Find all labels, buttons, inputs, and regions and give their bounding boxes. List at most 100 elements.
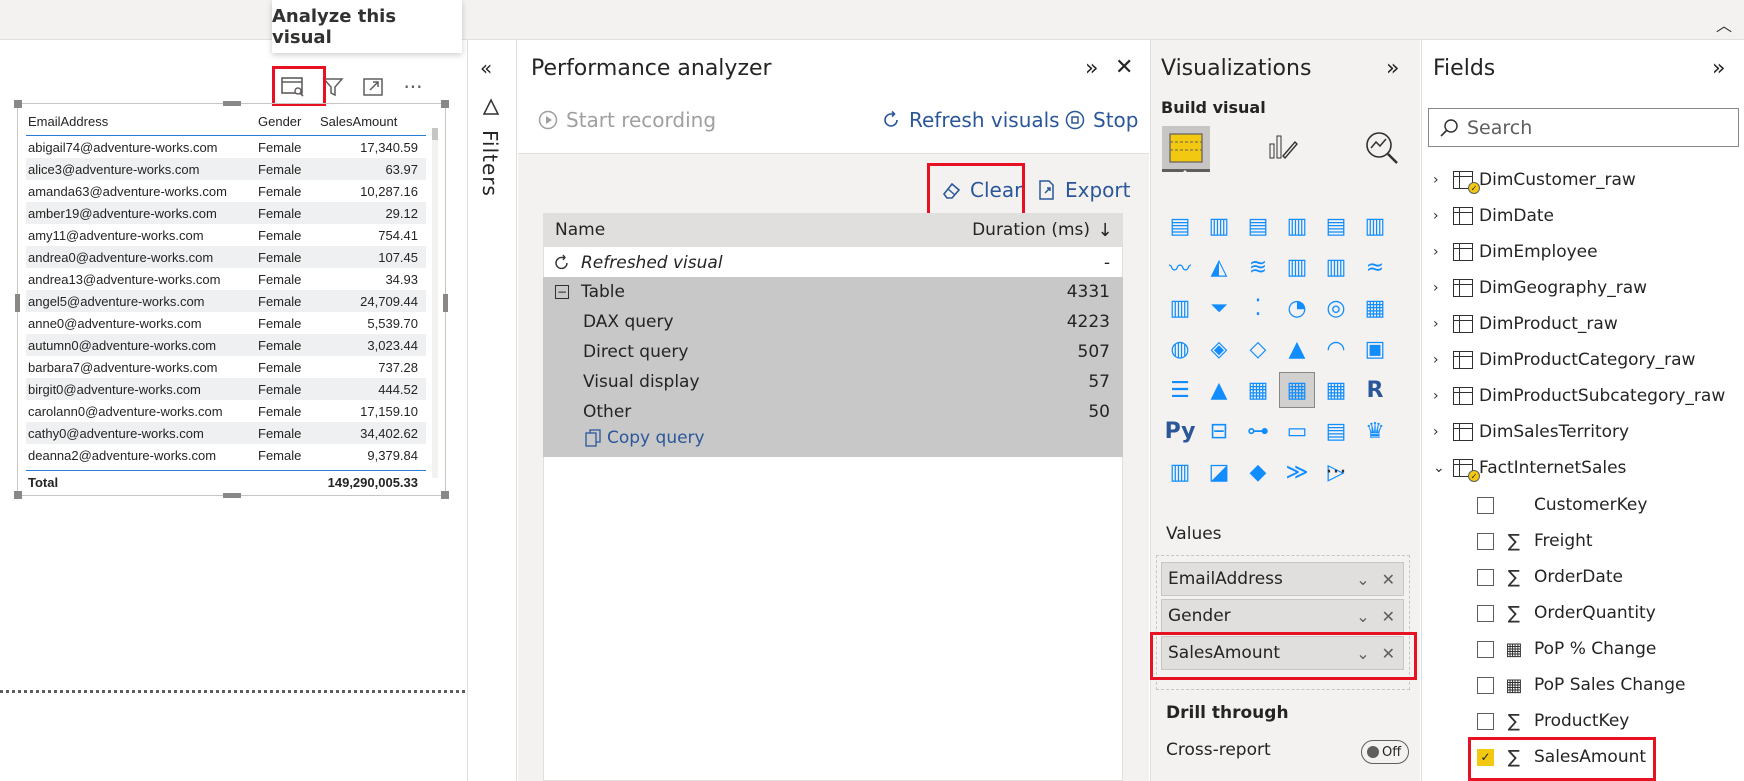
scatter-chart-icon[interactable]: ⁚ <box>1240 290 1276 326</box>
pie-chart-icon[interactable]: ◔ <box>1279 290 1315 326</box>
col-header-salesamount[interactable]: SalesAmount <box>320 114 420 129</box>
stacked-area-icon[interactable]: ≋ <box>1240 249 1276 285</box>
more-options-icon[interactable]: ··· <box>400 74 426 100</box>
shape-map-icon[interactable]: ◇ <box>1240 331 1276 367</box>
field-checkbox[interactable] <box>1477 496 1494 514</box>
funnel-chart-icon[interactable]: ⏷ <box>1201 290 1237 326</box>
field-table-item[interactable]: › ✓ DimCustomer_raw <box>1433 165 1636 195</box>
field-table-item[interactable]: › DimProduct_raw <box>1433 309 1618 339</box>
ribbon-chart-icon[interactable]: ≈ <box>1357 249 1393 285</box>
table-row[interactable]: amanda63@adventure-works.com Female 10,287… <box>26 180 426 202</box>
card-icon[interactable]: ▣ <box>1357 331 1393 367</box>
perf-sub-row[interactable]: Visual display 57 <box>543 367 1123 397</box>
area-chart-icon[interactable]: ◭ <box>1201 249 1237 285</box>
paginated-report-icon[interactable]: ♛ <box>1357 413 1393 449</box>
col-header-email[interactable]: EmailAddress <box>26 114 258 129</box>
close-icon[interactable]: ✕ <box>1115 55 1133 80</box>
table-scrollbar[interactable] <box>432 128 438 478</box>
field-column-item[interactable]: ∑ ProductKey <box>1477 706 1629 736</box>
table-row[interactable]: amber19@adventure-works.com Female 29.12 <box>26 202 426 224</box>
perf-sub-row[interactable]: Other 50 <box>543 397 1123 427</box>
analytics-magnifier-icon[interactable] <box>1364 130 1400 166</box>
chevron-right-icon[interactable]: › <box>1433 388 1447 404</box>
chevron-down-icon[interactable]: ⌄ <box>1356 607 1369 626</box>
line-chart-icon[interactable]: 〰 <box>1162 249 1198 285</box>
stop-button[interactable]: Stop <box>1065 108 1138 132</box>
qa-icon[interactable]: ▭ <box>1279 413 1315 449</box>
value-well-item[interactable]: Gender ⌄ ✕ <box>1161 599 1404 633</box>
matrix-icon[interactable]: ▦ <box>1318 372 1354 408</box>
decomposition-tree-icon[interactable]: ⊶ <box>1240 413 1276 449</box>
more-visuals-icon[interactable]: ··· <box>1318 454 1354 490</box>
clear-button[interactable]: Clear <box>940 178 1022 202</box>
chevron-down-icon[interactable]: ⌄ <box>1433 460 1447 476</box>
table-row[interactable]: carolann0@adventure-works.com Female 17,15… <box>26 400 426 422</box>
table-row[interactable]: barbara7@adventure-works.com Female 737.28 <box>26 356 426 378</box>
line-stacked-column-icon[interactable]: ▥ <box>1318 249 1354 285</box>
col-duration-header[interactable]: Duration (ms) <box>970 220 1090 240</box>
field-table-item[interactable]: › DimGeography_raw <box>1433 273 1647 303</box>
filters-label[interactable]: Filters <box>478 130 502 197</box>
chevron-right-icon[interactable]: › <box>1433 352 1447 368</box>
chevron-down-icon[interactable]: ⌄ <box>1356 570 1369 589</box>
value-well-item[interactable]: EmailAddress ⌄ ✕ <box>1161 562 1404 596</box>
table-row[interactable]: anne0@adventure-works.com Female 5,539.70 <box>26 312 426 334</box>
python-visual-icon[interactable]: Py <box>1162 413 1198 449</box>
chevron-down-icon[interactable]: ⌄ <box>1356 644 1369 663</box>
treemap-icon[interactable]: ▦ <box>1357 290 1393 326</box>
field-column-item[interactable]: ✓ ∑ SalesAmount <box>1477 742 1646 772</box>
field-checkbox[interactable]: ✓ <box>1477 748 1494 766</box>
chevron-right-icon[interactable]: › <box>1433 424 1447 440</box>
key-influencers-icon[interactable]: ⊟ <box>1201 413 1237 449</box>
filled-map-icon[interactable]: ◈ <box>1201 331 1237 367</box>
field-table-item[interactable]: › DimEmployee <box>1433 237 1598 267</box>
power-apps-icon[interactable]: ◪ <box>1201 454 1237 490</box>
value-well-item[interactable]: SalesAmount ⌄ ✕ <box>1161 636 1404 670</box>
field-checkbox[interactable] <box>1477 640 1494 658</box>
clustered-column-chart-icon[interactable]: ▥ <box>1279 208 1315 244</box>
field-checkbox[interactable] <box>1477 712 1494 730</box>
field-checkbox[interactable] <box>1477 568 1494 586</box>
copy-query-link[interactable]: Copy query <box>585 428 705 448</box>
field-table-item[interactable]: › DimSalesTerritory <box>1433 417 1629 447</box>
smart-narrative-icon[interactable]: ▤ <box>1318 413 1354 449</box>
table-row[interactable]: andrea0@adventure-works.com Female 107.45 <box>26 246 426 268</box>
metrics-icon[interactable]: ▥ <box>1162 454 1198 490</box>
field-column-item[interactable]: ∑ OrderQuantity <box>1477 598 1656 628</box>
remove-field-icon[interactable]: ✕ <box>1382 644 1395 663</box>
table-row[interactable]: andrea13@adventure-works.com Female 34.93 <box>26 268 426 290</box>
table-row[interactable]: angel5@adventure-works.com Female 24,709.4… <box>26 290 426 312</box>
collapse-pane-chevron-icon[interactable]: » <box>1085 56 1098 81</box>
field-checkbox[interactable] <box>1477 604 1494 622</box>
field-column-item[interactable]: ▦ PoP Sales Change <box>1477 670 1685 700</box>
100-stacked-bar-icon[interactable]: ▤ <box>1318 208 1354 244</box>
collapse-ribbon-chevron-up-icon[interactable]: ︿ <box>1716 12 1732 36</box>
chevron-right-icon[interactable]: › <box>1433 316 1447 332</box>
format-visual-paintbrush-icon[interactable] <box>1265 130 1299 164</box>
donut-chart-icon[interactable]: ◎ <box>1318 290 1354 326</box>
collapse-fields-chevron-icon[interactable]: » <box>1712 56 1725 81</box>
kpi-icon[interactable]: ▲ <box>1201 372 1237 408</box>
remove-field-icon[interactable]: ✕ <box>1382 607 1395 626</box>
power-automate-icon[interactable]: ◆ <box>1240 454 1276 490</box>
field-table-item[interactable]: ⌄ ✓ FactInternetSales <box>1433 453 1626 483</box>
table-row[interactable]: birgit0@adventure-works.com Female 444.52 <box>26 378 426 400</box>
build-visual-tab-icon[interactable] <box>1162 126 1210 172</box>
chevron-right-icon[interactable]: › <box>1433 244 1447 260</box>
table-icon[interactable]: ▦ <box>1279 372 1315 408</box>
r-visual-icon[interactable]: R <box>1357 372 1393 408</box>
sort-descending-icon[interactable]: ↓ <box>1090 220 1120 241</box>
cross-report-toggle[interactable]: Off <box>1361 740 1409 764</box>
table-scrollbar-thumb[interactable] <box>432 128 438 140</box>
table-row[interactable]: cathy0@adventure-works.com Female 34,402.6… <box>26 422 426 444</box>
collapse-minus-icon[interactable]: − <box>555 285 569 299</box>
waterfall-chart-icon[interactable]: ▥ <box>1162 290 1198 326</box>
fields-search-input[interactable]: Search <box>1428 108 1739 147</box>
perf-row-refreshed-visual[interactable]: Refreshed visual - <box>543 248 1123 278</box>
col-name-header[interactable]: Name <box>543 220 970 240</box>
field-checkbox[interactable] <box>1477 676 1494 694</box>
gauge-icon[interactable]: ◠ <box>1318 331 1354 367</box>
stacked-column-chart-icon[interactable]: ▥ <box>1201 208 1237 244</box>
collapse-viz-chevron-icon[interactable]: » <box>1386 56 1399 81</box>
field-table-item[interactable]: › DimProductSubcategory_raw <box>1433 381 1725 411</box>
